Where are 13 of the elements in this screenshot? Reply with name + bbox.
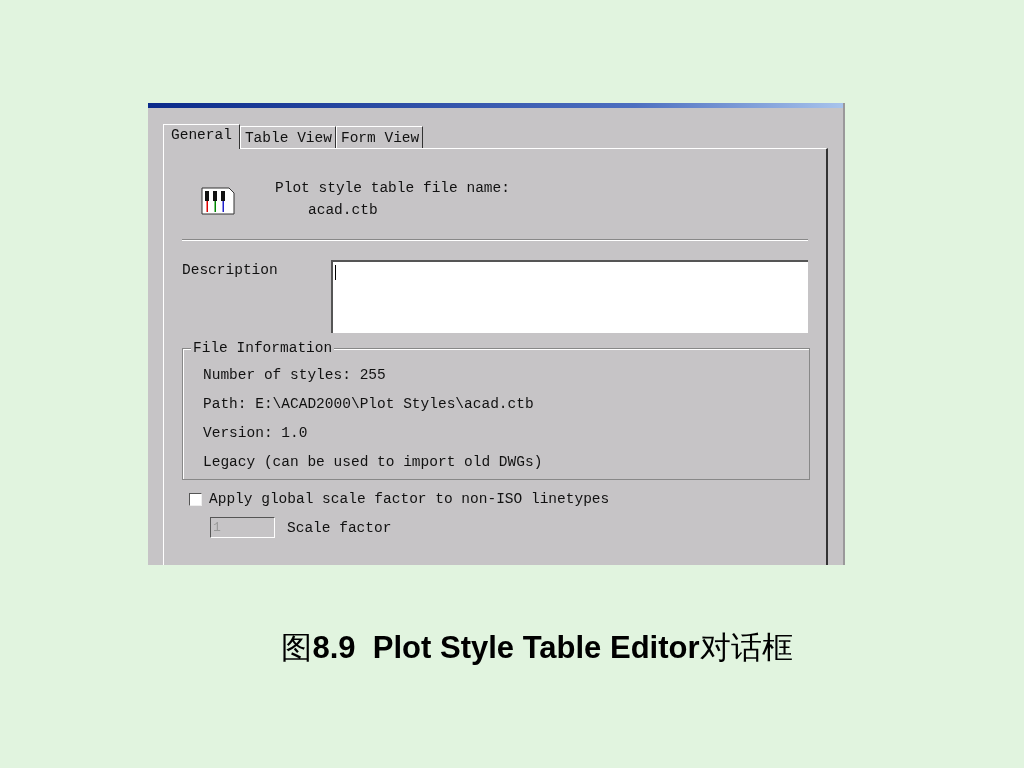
checkbox-label[interactable]: Apply global scale factor to non-ISO linetypes	[209, 490, 610, 508]
info-line: Legacy (can be used to import old DWGs)	[203, 453, 544, 471]
tab[interactable]: Form View	[335, 126, 424, 148]
tab[interactable]: General	[163, 124, 240, 149]
file-name-label: Plot style table file name:	[275, 179, 510, 197]
info-line: Number of styles: 255	[203, 366, 387, 384]
description-label: Description	[182, 261, 279, 280]
file-name: acad.ctb	[308, 201, 379, 219]
tab[interactable]: Table View	[239, 126, 336, 148]
info-line: Path: E:\ACAD2000\Plot Styles\acad.ctb	[203, 395, 535, 413]
scale-factor-label: Scale factor	[287, 518, 392, 537]
info-line: Version: 1.0	[203, 424, 309, 442]
caption: 图8.9 Plot Style Table Editor对话框	[280, 629, 794, 667]
